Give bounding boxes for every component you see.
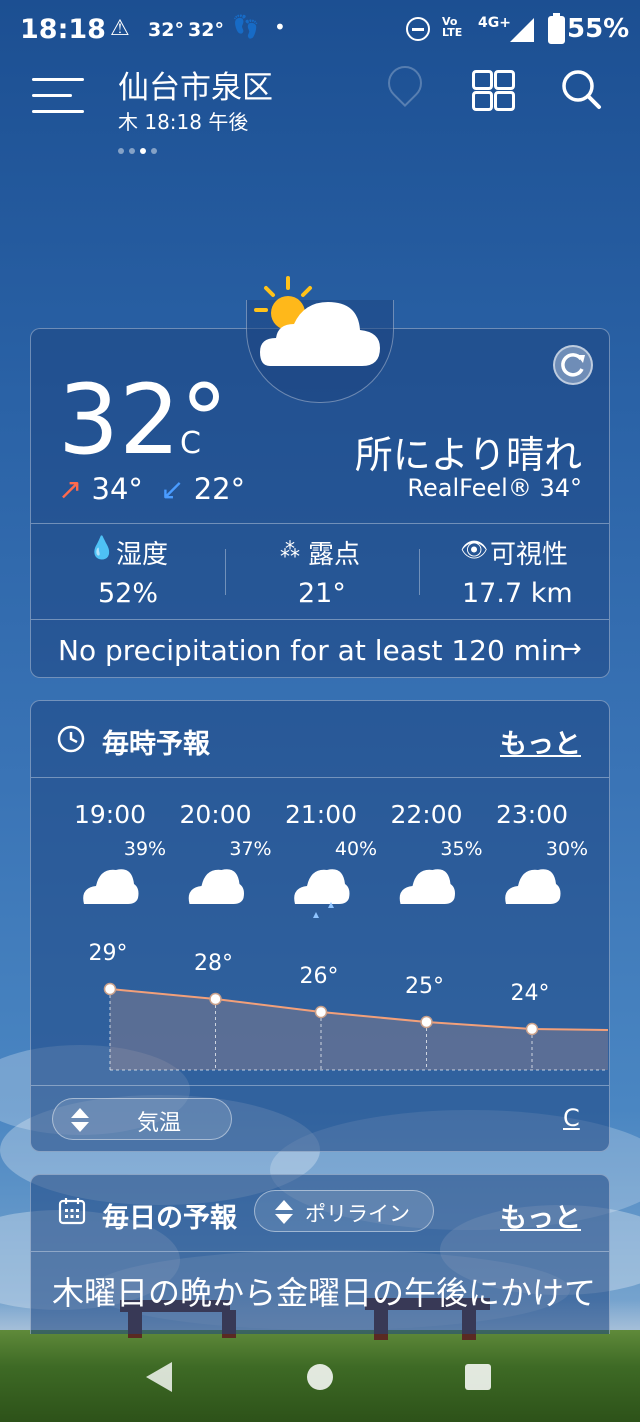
temp-point [103, 982, 117, 996]
daily-mode-label: ポリライン [305, 1202, 410, 1226]
card-divider [31, 1251, 609, 1252]
sort-arrows-icon [275, 1200, 293, 1224]
recents-button[interactable] [465, 1364, 491, 1390]
unit-toggle[interactable]: C [563, 1104, 580, 1132]
cloud-icon [505, 869, 561, 904]
daily-summary: 木曜日の晩から金曜日の午後にかけて [52, 1274, 597, 1312]
sort-arrows-icon [71, 1108, 89, 1132]
daily-more-link[interactable]: もっと [500, 1196, 581, 1235]
cloud-icon [399, 869, 455, 904]
daily-title: 毎日の予報 [102, 1203, 237, 1234]
calendar-icon [58, 1198, 86, 1225]
temp-point [420, 1015, 433, 1029]
cloud-rain-icon [294, 869, 350, 918]
temp-point [525, 1022, 539, 1036]
temp-point [209, 992, 222, 1006]
chart-mode-selector[interactable]: 気温 [52, 1098, 232, 1140]
back-button[interactable] [146, 1362, 172, 1392]
cloud-icon [188, 869, 244, 904]
home-button[interactable] [307, 1364, 333, 1390]
temp-point [314, 1005, 328, 1019]
cloud-icon [83, 869, 139, 904]
chart-mode-label: 気温 [137, 1111, 182, 1136]
daily-mode-selector[interactable]: ポリライン [254, 1190, 434, 1232]
